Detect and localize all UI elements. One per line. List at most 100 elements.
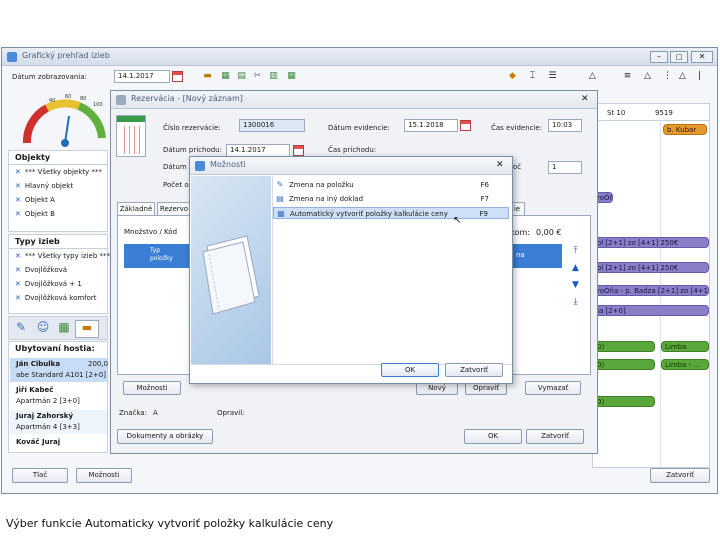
grid-options-button[interactable]: Možnosti [123,381,181,395]
objects-title: Objekty [15,153,51,162]
print-button[interactable]: Tlač [12,468,68,483]
x-icon: ✕ [15,266,21,274]
guest-row[interactable]: Jiří Kabeč Apartmán 2 [3+0] [10,384,107,408]
reservation-icon [116,95,126,105]
object-item[interactable]: ✕ Objekt B [15,210,55,218]
options-back-button[interactable]: Zatvoriť [445,363,503,377]
reservation-title: Rezervácia - [Nový záznam] [131,94,243,103]
move-up-icon[interactable]: ▲ [570,263,581,274]
reservation-no-input[interactable]: 1300016 [239,119,305,132]
tab-basic[interactable]: Základné [117,202,155,215]
tools-tab-icon[interactable]: ✎ [12,320,30,337]
object-item[interactable]: ✕ *** Všetky objekty *** [15,168,102,176]
reservation-bar[interactable]: 0) [593,341,655,352]
move-first-icon[interactable]: ⤒ [570,246,581,257]
room-type-item[interactable]: ✕ *** Všetky typy izieb *** [15,252,110,260]
options-dialog: Možnosti ✕ ✎ Zmena na položku F6 ▤ Zmena… [189,156,513,384]
maximize-icon[interactable]: □ [670,51,688,63]
align-icon[interactable]: ☰ [547,71,558,82]
calendar-icon[interactable] [172,71,183,82]
reservation-close-button[interactable]: Zatvoriť [526,429,584,444]
svg-text:80: 80 [80,96,86,102]
hbar-icon[interactable]: ≡ [622,71,633,82]
tab-reservation[interactable]: Rezervo [157,202,191,215]
menu-item-change-document[interactable]: ▤ Zmena na iný doklad F7 [273,193,509,205]
grid-tab-icon[interactable]: ▦ [55,320,73,337]
scheduler-area: St 10 9519 b. Kubar roÓňa - p. Badza [2+… [592,103,710,468]
move-last-icon[interactable]: ⤓ [570,297,581,308]
object-item[interactable]: ✕ Hlavný objekt [15,182,73,190]
guest-name: Jiří Kabeč [16,386,54,394]
reservation-bar[interactable]: ja [2+0] [593,305,709,316]
room-type-item[interactable]: ✕ Dvojlôžková + 1 [15,280,82,288]
options-title: Možnosti [210,160,246,169]
calendar-icon[interactable] [293,145,304,156]
reservation-bar[interactable]: 0) [593,359,655,370]
close-icon[interactable]: ✕ [581,94,589,104]
object-item[interactable]: ✕ Objekt A [15,196,55,204]
reservation-bar[interactable]: ol [2+1] zo [4+1] 250€ [593,262,709,273]
filter-icon[interactable]: ▦ [286,71,297,82]
guest-room: abe Standard A101 [2+0] [16,371,106,379]
list-icon[interactable]: ▥ [268,71,279,82]
bed-icon[interactable]: ▬ [202,71,213,82]
main-titlebar: Grafický prehľad izieb – □ ✕ [2,48,717,66]
close-icon[interactable]: ✕ [691,51,713,63]
reservation-bar[interactable]: roÓňa - p. Badza [2+1] zo [4+1] [593,285,709,296]
grid-col-type: Typ položky [150,247,173,262]
reservation-bar[interactable]: b. Kubar [663,124,707,135]
reservation-bar[interactable]: ol [2+1] zo [4+1] 250€ [593,237,709,248]
bed-tab-icon[interactable]: ▬ [75,320,99,338]
x-icon: ✕ [15,280,21,288]
day-header: St 10 [607,109,626,117]
grid-icon[interactable]: ▦ [220,71,231,82]
menu-item-auto-price-calc[interactable]: ▦ Automatický vytvoriť položky kalkuláci… [273,207,509,219]
reservation-ok-button[interactable]: OK [464,429,522,444]
options-ok-button[interactable]: OK [381,363,439,377]
date-input[interactable]: 14.1.2017 [114,70,170,83]
triangle-icon-2[interactable]: △ [677,71,688,82]
record-date-input[interactable]: 15.1.2018 [404,119,458,132]
options-button[interactable]: Možnosti [76,468,132,483]
room-type-item[interactable]: ✕ Dvojlôžková [15,266,67,274]
reservation-titlebar: Rezervácia - [Nový záznam] ✕ [111,91,597,109]
calendar-icon[interactable] [460,120,471,131]
reservation-bar[interactable]: Limba [661,341,709,352]
edit-by-label: Opravil: [217,409,245,417]
pipe-icon[interactable]: | [694,71,705,82]
grip-icon[interactable]: ⋮ [662,71,673,82]
calculator-icon: ▦ [277,209,285,218]
close-icon[interactable]: ✕ [496,160,504,170]
person-tab-icon[interactable]: ☺ [34,320,52,337]
arrival-time-label: Čas príchodu: [328,146,377,154]
extra-input[interactable]: 1 [548,161,582,174]
x-icon: ✕ [15,252,21,260]
documents-button[interactable]: Dokumenty a obrázky [117,429,213,444]
main-close-button[interactable]: Zatvoriť [650,468,710,483]
guest-row[interactable]: Juraj Zahorský Apartmán 4 [3+3] [10,410,107,434]
reservation-bar[interactable]: Limba - ... [661,359,709,370]
reservation-bar[interactable]: 0) [593,396,655,407]
guest-row-selected[interactable]: Ján Cibulka 200,0 abe Standard A101 [2+0… [10,358,108,382]
move-down-icon[interactable]: ▼ [570,280,581,291]
triangle-icon[interactable]: △ [587,71,598,82]
options-titlebar: Možnosti ✕ [190,157,512,175]
record-time-input[interactable]: 10:03 [548,119,582,132]
sidebar-tab-strip: ✎ ☺ ▦ ▬ [8,316,108,340]
table-icon[interactable]: ▤ [236,71,247,82]
x-icon: ✕ [15,168,21,176]
x-icon: ✕ [15,196,21,204]
warning-icon[interactable]: △ [642,71,653,82]
guests-title: Ubytovaní hostia: [15,344,95,353]
tools-icon[interactable]: ✂ [252,71,263,82]
menu-item-change-item[interactable]: ✎ Zmena na položku F6 [273,179,509,191]
guest-name: Juraj Zahorský [16,412,74,420]
guest-row[interactable]: Kováč Juraj [10,436,107,450]
column-icon[interactable]: ⌶ [527,71,538,82]
grid-delete-button[interactable]: Vymazať [525,381,581,395]
svg-text:40: 40 [49,98,55,104]
room-type-item[interactable]: ✕ Dvojlôžková komfort [15,294,97,302]
hat-icon[interactable]: ◆ [507,71,518,82]
minimize-icon[interactable]: – [650,51,668,63]
options-window-icon [195,161,205,171]
